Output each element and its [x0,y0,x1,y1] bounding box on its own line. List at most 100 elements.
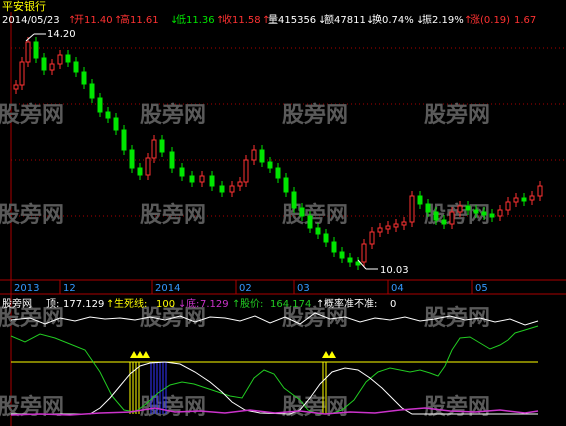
candle-body [409,195,415,223]
change-label: 涨 [470,14,480,26]
candle-body [497,209,503,217]
indicator-name[interactable]: 股旁网 [2,297,32,310]
prob-value: 0 [390,299,396,310]
candle-body [267,161,273,169]
candle-body [537,185,543,197]
candle-body [457,205,463,213]
candle-body [219,185,225,193]
volume-value: 415356 [278,15,316,26]
candle-body [169,151,175,169]
high-marker-label: 14.20 [47,29,76,40]
turnover-label: 换 [372,13,382,26]
candle-body [275,167,281,179]
high-label: 高 [120,13,130,26]
date-tick-03: 03 [297,283,310,294]
candlestick-series [13,37,543,270]
change-pct: 1.67 [514,15,536,26]
amount-value: 47811 [334,15,366,26]
volume-label: 量 [268,14,278,26]
candle-body [151,139,157,159]
candle-body [377,227,383,233]
candle-body [19,61,25,86]
date-tick-04: 04 [391,283,404,294]
low-value: 11.36 [186,15,215,26]
candle-body [339,251,345,259]
date-tick-02: 02 [239,283,252,294]
candle-body [307,215,313,229]
candle-body [529,195,535,201]
candle-body [393,223,399,228]
candle-body [449,211,455,225]
candle-body [433,211,439,221]
candle-body [57,54,63,65]
candle-body [283,177,289,193]
date-tick-2014: 2014 [155,283,180,294]
price-label: 股价: [240,298,263,310]
candle-body [481,211,487,216]
header: 平安银行 2014/05/23 ↑ 开 11.40 ↑ 高 11.61 ↓ 低 … [0,0,536,26]
signal-triangles [130,351,336,358]
date-tick-2013: 2013 [14,283,39,294]
candle-body [229,185,235,193]
amount-label: 额 [324,13,334,26]
line-label: 生死线: [114,297,147,310]
date-tick-05: 05 [475,283,488,294]
candle-body [417,195,423,205]
candle-body [473,209,479,214]
top-value: 177.129 [63,299,104,310]
candle-body [199,175,205,183]
candle-body [179,167,185,177]
candle-body [465,205,471,211]
candle-body [209,175,215,187]
watermark: 股旁网 [424,394,490,420]
candle-body [425,203,431,213]
date-axis: 2013 12 2014 02 03 04 05 [14,280,488,294]
candle-body [347,257,353,263]
candle-body [41,57,47,71]
candle-body [291,191,297,209]
candle-body [299,207,305,217]
watermark: 股旁网 [0,394,64,420]
candle-body [65,54,71,63]
stock-name[interactable]: 平安银行 [2,0,46,13]
quote-date: 2014/05/23 [2,15,60,26]
watermark: 股旁网 [0,102,64,128]
candle-body [13,84,19,90]
candle-body [505,201,511,211]
bottom-label: 底: [186,297,199,310]
candle-body [401,221,407,226]
watermark: 股旁网 [140,102,206,128]
candle-body [49,63,55,71]
watermark: 股旁网 [140,394,206,420]
watermark: 股旁网 [282,394,348,420]
low-marker-label: 10.03 [380,265,409,276]
candle-body [441,219,447,225]
candle-body [521,197,527,202]
change-value: (0.19) [480,15,510,26]
stock-chart[interactable]: 2013 12 2014 02 03 04 05 股旁网 股旁网 股旁网 股旁网… [0,0,566,426]
open-value: 11.40 [84,15,113,26]
candle-body [81,71,87,85]
price-value: 164.174 [270,299,311,310]
candle-body [331,241,337,253]
candle-body [355,261,361,266]
candle-body [121,129,127,151]
open-label: 开 [74,15,84,26]
candle-body [73,61,79,73]
candle-body [159,139,165,153]
amplitude-label: 振 [422,13,432,26]
candle-body [315,227,321,235]
candle-body [361,243,367,263]
candle-body [243,159,249,183]
amplitude-value: 2.19% [432,15,464,26]
candle-body [105,111,111,119]
date-tick-12: 12 [63,283,76,294]
candle-body [129,149,135,169]
candle-body [489,213,495,218]
bottom-value: 7.129 [200,299,229,310]
candle-body [259,149,265,163]
candle-body [385,225,391,230]
close-value: 11.58 [232,15,261,26]
candle-body [97,97,103,113]
candle-body [113,117,119,131]
